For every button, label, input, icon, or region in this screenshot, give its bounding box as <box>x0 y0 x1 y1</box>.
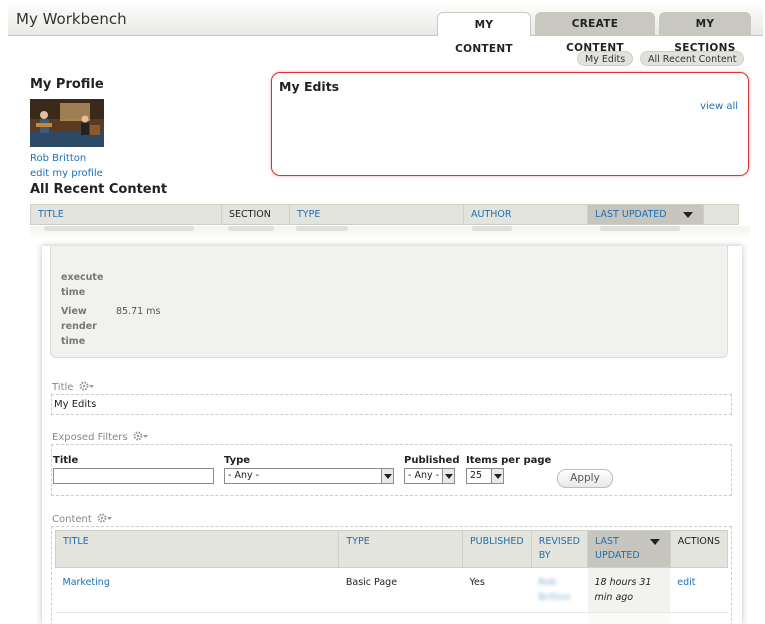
view-all-link[interactable]: view all <box>700 101 738 112</box>
column-author[interactable]: AUTHOR <box>464 205 588 224</box>
column-last-updated[interactable]: LAST UPDATED <box>588 205 704 224</box>
edit-profile-link[interactable]: edit my profile <box>30 168 103 179</box>
row-published <box>462 612 532 624</box>
column-actions: ACTIONS <box>669 530 729 568</box>
filter-published-label: Published <box>404 455 460 466</box>
my-edits-block: My Edits view all <box>271 72 749 176</box>
filter-title-input[interactable] <box>53 468 214 484</box>
row-published: Yes <box>462 567 532 613</box>
views-stats-box: execute time View render time 85.71 ms <box>50 246 728 358</box>
header-bar: My Workbench MY CONTENT CREATE CONTENT M… <box>8 0 763 55</box>
sort-descending-icon <box>683 212 693 218</box>
filter-type-value: - Any - <box>228 470 260 481</box>
column-last-updated-label: LAST UPDATED <box>595 536 640 561</box>
workbench-top-panel: My Workbench MY CONTENT CREATE CONTENT M… <box>8 0 763 240</box>
apply-button[interactable]: Apply <box>557 469 613 488</box>
row-last-updated: 18 hours 31 min ago <box>587 567 671 613</box>
filter-items-per-page-label: Items per page <box>466 455 552 466</box>
content-section-label-text: Content <box>52 514 92 525</box>
filter-type-select[interactable]: - Any - <box>224 468 394 484</box>
tab-create-content[interactable]: CREATE CONTENT <box>535 12 655 54</box>
content-section-label: Content <box>52 512 113 525</box>
row-title-link[interactable]: Marketing <box>63 577 110 588</box>
recent-content-table-header: TITLE SECTION TYPE AUTHOR LAST UPDATED <box>30 204 739 225</box>
stat-execute-label: execute time <box>61 272 104 298</box>
my-profile-heading: My Profile <box>30 77 104 92</box>
gear-icon[interactable] <box>97 513 113 523</box>
subtab-my-edits[interactable]: My Edits <box>577 51 634 66</box>
stat-render-value: 85.71 ms <box>116 306 161 317</box>
column-revised-by[interactable]: REVISED BY <box>530 530 589 568</box>
column-last-updated[interactable]: LAST UPDATED <box>587 530 671 568</box>
exposed-filters-label-text: Exposed Filters <box>52 432 128 443</box>
tab-my-content[interactable]: MY CONTENT <box>437 12 531 55</box>
table-row: Marketing Basic Page Yes Rob Britton 18 … <box>55 567 728 613</box>
tab-my-sections[interactable]: MY SECTIONS <box>659 12 751 54</box>
filter-items-per-page-select[interactable]: 25 <box>466 468 504 484</box>
table-row <box>55 612 728 624</box>
chevron-down-icon <box>442 469 454 483</box>
my-edits-heading: My Edits <box>279 79 340 94</box>
column-type[interactable]: TYPE <box>290 205 464 224</box>
row-last-updated <box>587 612 671 624</box>
row-revised-by[interactable]: Rob Britton <box>538 577 570 603</box>
views-preview-panel: execute time View render time 85.71 ms T… <box>42 246 742 624</box>
gear-icon[interactable] <box>133 431 149 441</box>
column-last-updated-label: LAST UPDATED <box>595 209 667 220</box>
filter-title-label: Title <box>53 455 79 466</box>
column-published[interactable]: PUBLISHED <box>461 530 532 568</box>
filter-published-select[interactable]: - Any - <box>404 468 455 484</box>
content-dropzone: TITLE TYPE PUBLISHED REVISED BY LAST UPD… <box>51 526 732 624</box>
row-type: Basic Page <box>338 567 463 613</box>
title-value: My Edits <box>54 399 97 410</box>
content-table: TITLE TYPE PUBLISHED REVISED BY LAST UPD… <box>54 530 729 624</box>
title-section-label: Title <box>52 380 95 393</box>
subtab-all-recent-content[interactable]: All Recent Content <box>640 51 745 66</box>
filter-type-label: Type <box>224 455 251 466</box>
column-title[interactable]: TITLE <box>31 205 222 224</box>
gear-icon[interactable] <box>79 381 95 391</box>
chevron-down-icon <box>491 469 503 483</box>
content-table-header-row: TITLE TYPE PUBLISHED REVISED BY LAST UPD… <box>54 530 729 568</box>
exposed-filters-label: Exposed Filters <box>52 430 149 443</box>
sort-descending-icon <box>649 539 660 545</box>
filter-items-per-page-value: 25 <box>470 470 483 481</box>
row-type <box>338 612 463 624</box>
column-title[interactable]: TITLE <box>54 530 340 568</box>
faded-table-row <box>30 226 750 240</box>
filter-published-value: - Any - <box>408 470 440 481</box>
profile-name-link[interactable]: Rob Britton <box>30 153 86 164</box>
title-dropzone: My Edits <box>51 394 732 415</box>
stat-render-label: View render time <box>61 306 97 347</box>
avatar <box>30 99 104 147</box>
site-title: My Workbench <box>16 10 127 28</box>
title-section-label-text: Title <box>52 382 74 393</box>
column-type[interactable]: TYPE <box>338 530 463 568</box>
exposed-filters-form: Title Type - Any - Published - Any - Ite… <box>51 444 732 496</box>
row-action <box>670 612 728 624</box>
row-revised-by <box>531 612 588 624</box>
row-edit-link[interactable]: edit <box>677 577 695 588</box>
row-title <box>55 612 339 624</box>
all-recent-content-heading: All Recent Content <box>30 182 168 197</box>
chevron-down-icon <box>381 469 393 483</box>
column-section: SECTION <box>222 205 290 224</box>
